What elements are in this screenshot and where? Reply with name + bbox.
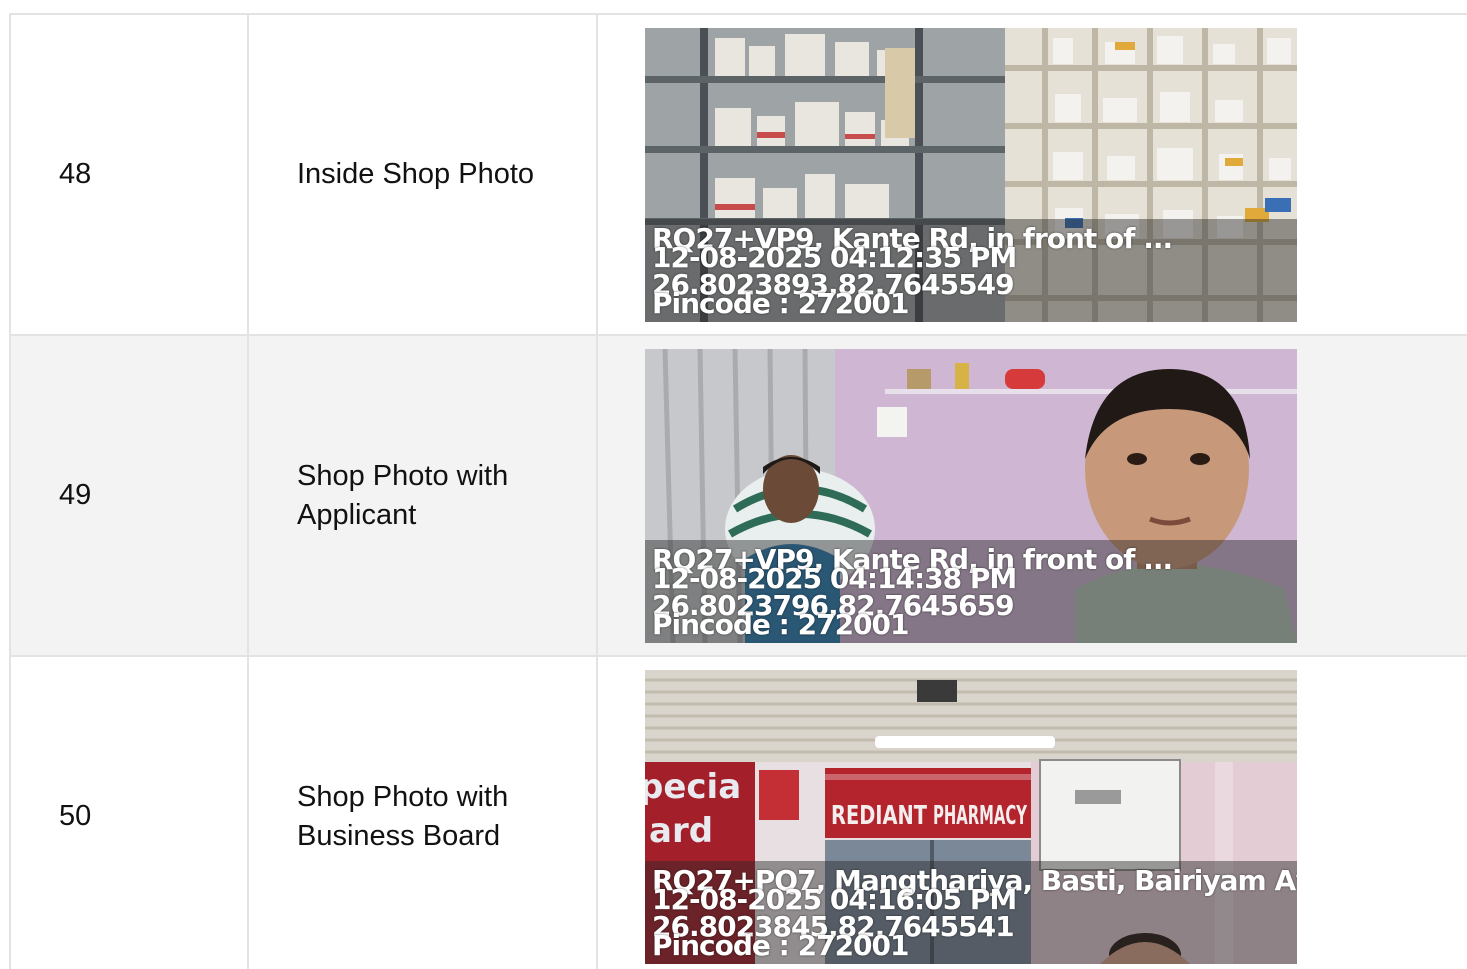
business-board-photo[interactable]: pecia ard REDIANT PHARMACY RQ27+PQ7, Man… xyxy=(645,669,1297,964)
geotag-pincode: Pincode : 272001 xyxy=(652,607,910,641)
inside-shop-photo[interactable]: RQ27+VP9, Kante Rd, in front of ... 12-0… xyxy=(645,27,1297,322)
photo-cell: RQ27+VP9, Kante Rd, in front of ... 12-0… xyxy=(596,334,1467,657)
photo-table: 48 Inside Shop Photo RQ27+VP9, Kante Rd,… xyxy=(9,13,1467,969)
row-number: 49 xyxy=(9,334,249,657)
geotag-pincode: Pincode : 272001 xyxy=(652,286,910,320)
photo-cell: pecia ard REDIANT PHARMACY RQ27+PQ7, Man… xyxy=(596,655,1467,969)
photo-cell: RQ27+VP9, Kante Rd, in front of ... 12-0… xyxy=(596,13,1467,336)
page: 48 Inside Shop Photo RQ27+VP9, Kante Rd,… xyxy=(0,0,1467,969)
row-number: 48 xyxy=(9,13,249,336)
geotag-overlay: RQ27+PQ7, Mangthariya, Basti, Bairiyam A… xyxy=(645,860,1297,964)
geotag-pincode: Pincode : 272001 xyxy=(652,928,910,962)
board-text-1: REDIANT xyxy=(831,801,927,831)
table-row: 50 Shop Photo with Business Board pecia … xyxy=(9,655,1467,969)
board-text-2: PHARMACY xyxy=(933,801,1028,831)
row-number: 50 xyxy=(9,655,249,969)
banner-text: pecia xyxy=(645,767,741,807)
geotag-overlay: RQ27+VP9, Kante Rd, in front of ... 12-0… xyxy=(645,539,1297,643)
banner-text-2: ard xyxy=(649,811,713,851)
row-label: Shop Photo with Business Board xyxy=(247,655,598,969)
geotag-overlay: RQ27+VP9, Kante Rd, in front of ... 12-0… xyxy=(645,218,1297,322)
row-label: Shop Photo with Applicant xyxy=(247,334,598,657)
row-label: Inside Shop Photo xyxy=(247,13,598,336)
table-row: 49 Shop Photo with Applicant RQ27+VP9, K… xyxy=(9,334,1467,657)
table-row: 48 Inside Shop Photo RQ27+VP9, Kante Rd,… xyxy=(9,13,1467,336)
applicant-photo[interactable]: RQ27+VP9, Kante Rd, in front of ... 12-0… xyxy=(645,348,1297,643)
